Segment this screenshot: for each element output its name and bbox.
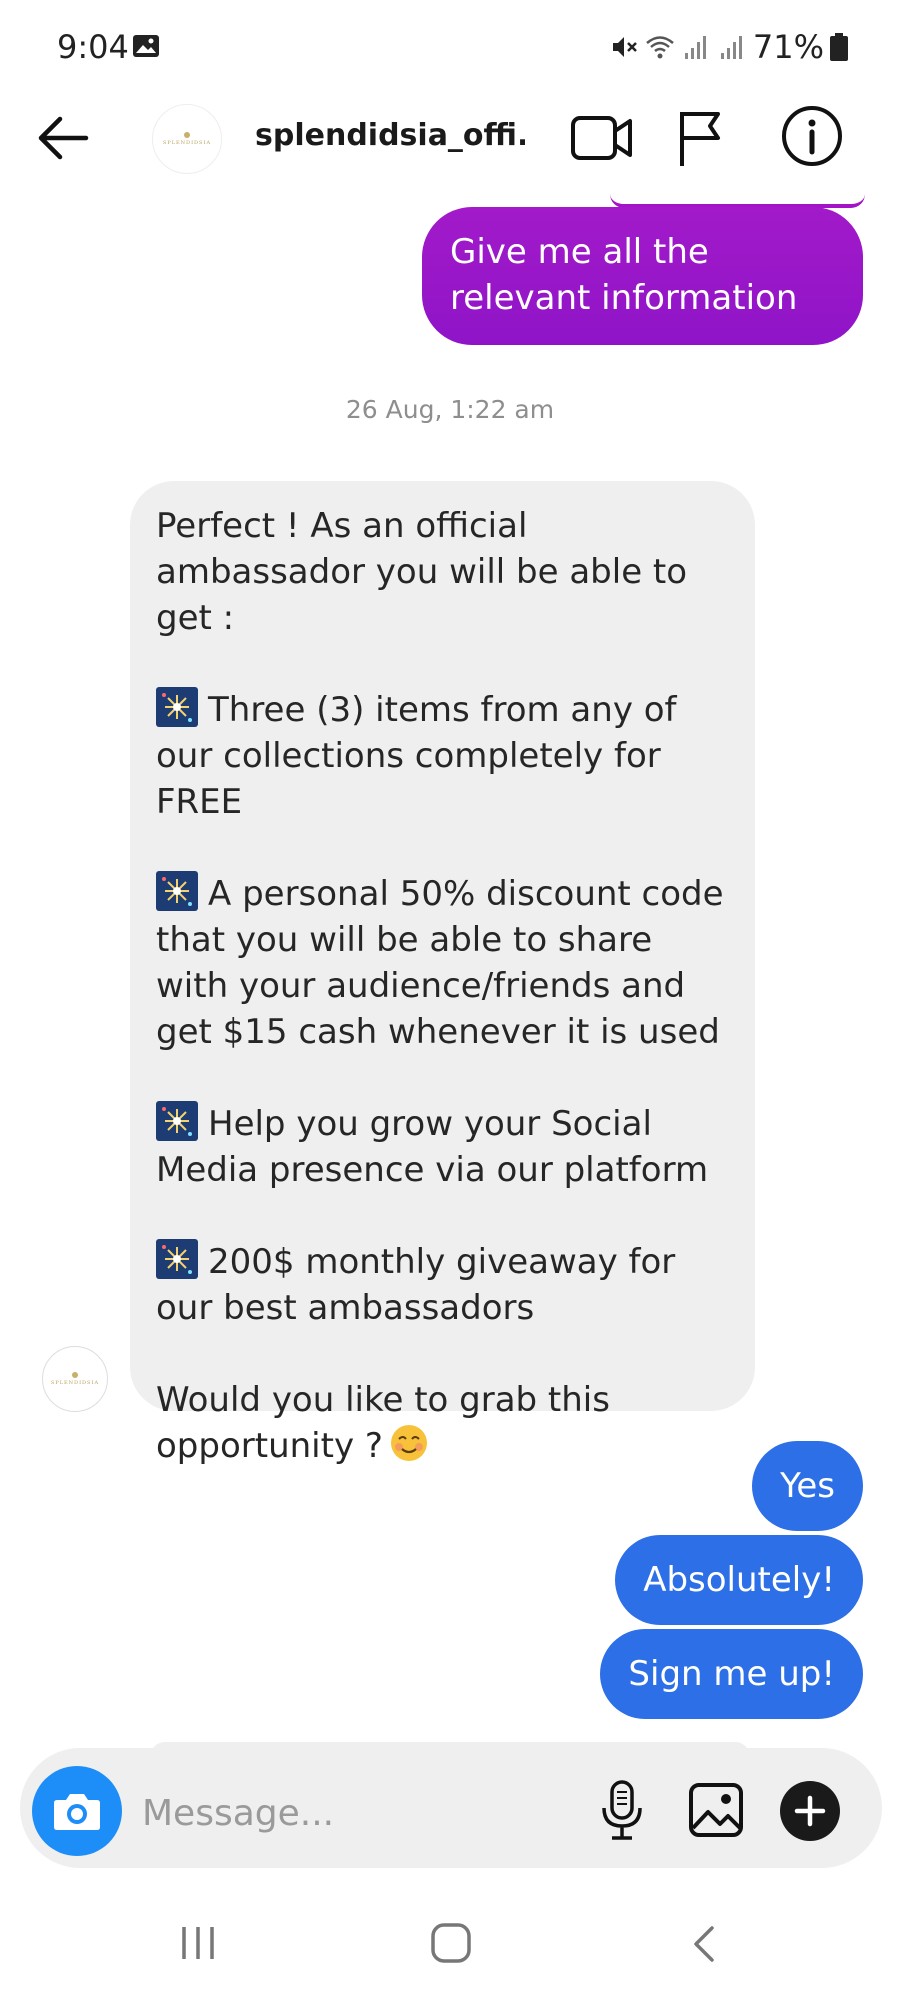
mute-icon	[612, 37, 637, 57]
status-time: 9:04	[57, 28, 129, 66]
incoming-message[interactable]: Perfect ! As an official ambassador you …	[130, 481, 755, 1466]
sender-avatar[interactable]: SPLENDIDSIA	[42, 1346, 108, 1412]
benefit-text: 200$ monthly giveaway for our best ambas…	[156, 1242, 676, 1328]
camera-icon	[54, 1794, 100, 1830]
back-arrow-icon[interactable]	[34, 108, 94, 168]
wifi-icon	[646, 36, 674, 59]
outgoing-message[interactable]: Absolutely!	[615, 1535, 863, 1625]
fireworks-emoji-icon	[156, 871, 198, 911]
message-input[interactable]	[140, 1782, 564, 1844]
message-text: Sign me up!	[628, 1654, 835, 1694]
benefit-item: Help you grow your Social Media presence…	[156, 1101, 729, 1193]
fireworks-emoji-icon	[156, 1101, 198, 1141]
outgoing-message[interactable]: Yes	[752, 1441, 863, 1531]
contact-avatar[interactable]: SPLENDIDSIA	[152, 104, 222, 174]
signal-icon	[684, 36, 706, 59]
smiling-face-emoji-icon	[390, 1425, 427, 1461]
contact-name[interactable]: splendidsia_offi...	[255, 118, 525, 153]
logo-mark	[71, 1372, 78, 1378]
status-icons: 71%	[609, 28, 848, 66]
battery-icon	[830, 33, 848, 61]
camera-button[interactable]	[32, 1766, 122, 1856]
benefit-item: A personal 50% discount code that you wi…	[156, 871, 729, 1055]
fireworks-emoji-icon	[156, 687, 198, 727]
benefit-text: A personal 50% discount code that you wi…	[156, 874, 724, 1052]
add-content-button[interactable]	[780, 1781, 840, 1841]
closing-text: Would you like to grab this opportunity …	[156, 1380, 610, 1466]
info-icon[interactable]	[780, 104, 844, 168]
logo-text: SPLENDIDSIA	[162, 140, 212, 146]
photo-gallery-icon[interactable]	[688, 1782, 744, 1838]
logo-text: SPLENDIDSIA	[50, 1380, 100, 1386]
microphone-icon[interactable]	[596, 1778, 648, 1842]
logo-mark	[183, 132, 190, 138]
outgoing-message[interactable]: Sign me up!	[600, 1629, 863, 1719]
outgoing-message[interactable]: Give me all the relevant information	[422, 207, 863, 345]
message-timestamp: 26 Aug, 1:22 am	[345, 395, 555, 424]
plus-icon	[794, 1795, 826, 1827]
message-text: Absolutely!	[643, 1560, 835, 1600]
benefit-text: Three (3) items from any of our collecti…	[156, 690, 677, 822]
video-call-icon[interactable]	[570, 108, 634, 168]
benefit-item: 200$ monthly giveaway for our best ambas…	[156, 1239, 729, 1331]
brand-logo: SPLENDIDSIA	[163, 132, 211, 146]
flag-icon[interactable]	[674, 106, 730, 170]
home-icon[interactable]	[430, 1922, 472, 1964]
gallery-icon	[133, 35, 159, 57]
fireworks-emoji-icon	[156, 1239, 198, 1279]
message-intro: Perfect ! As an official ambassador you …	[156, 506, 688, 638]
benefit-item: Three (3) items from any of our collecti…	[156, 687, 729, 825]
previous-message-edge	[610, 190, 865, 208]
battery-percent: 71%	[752, 28, 824, 66]
signal-icon	[720, 36, 742, 59]
recent-apps-icon[interactable]	[178, 1925, 218, 1961]
message-closing: Would you like to grab this opportunity …	[156, 1377, 729, 1469]
benefit-text: Help you grow your Social Media presence…	[156, 1104, 709, 1190]
message-text: Give me all the relevant information	[450, 232, 798, 318]
nav-back-icon[interactable]	[686, 1924, 722, 1964]
brand-logo: SPLENDIDSIA	[51, 1372, 99, 1386]
message-text: Yes	[780, 1466, 835, 1506]
